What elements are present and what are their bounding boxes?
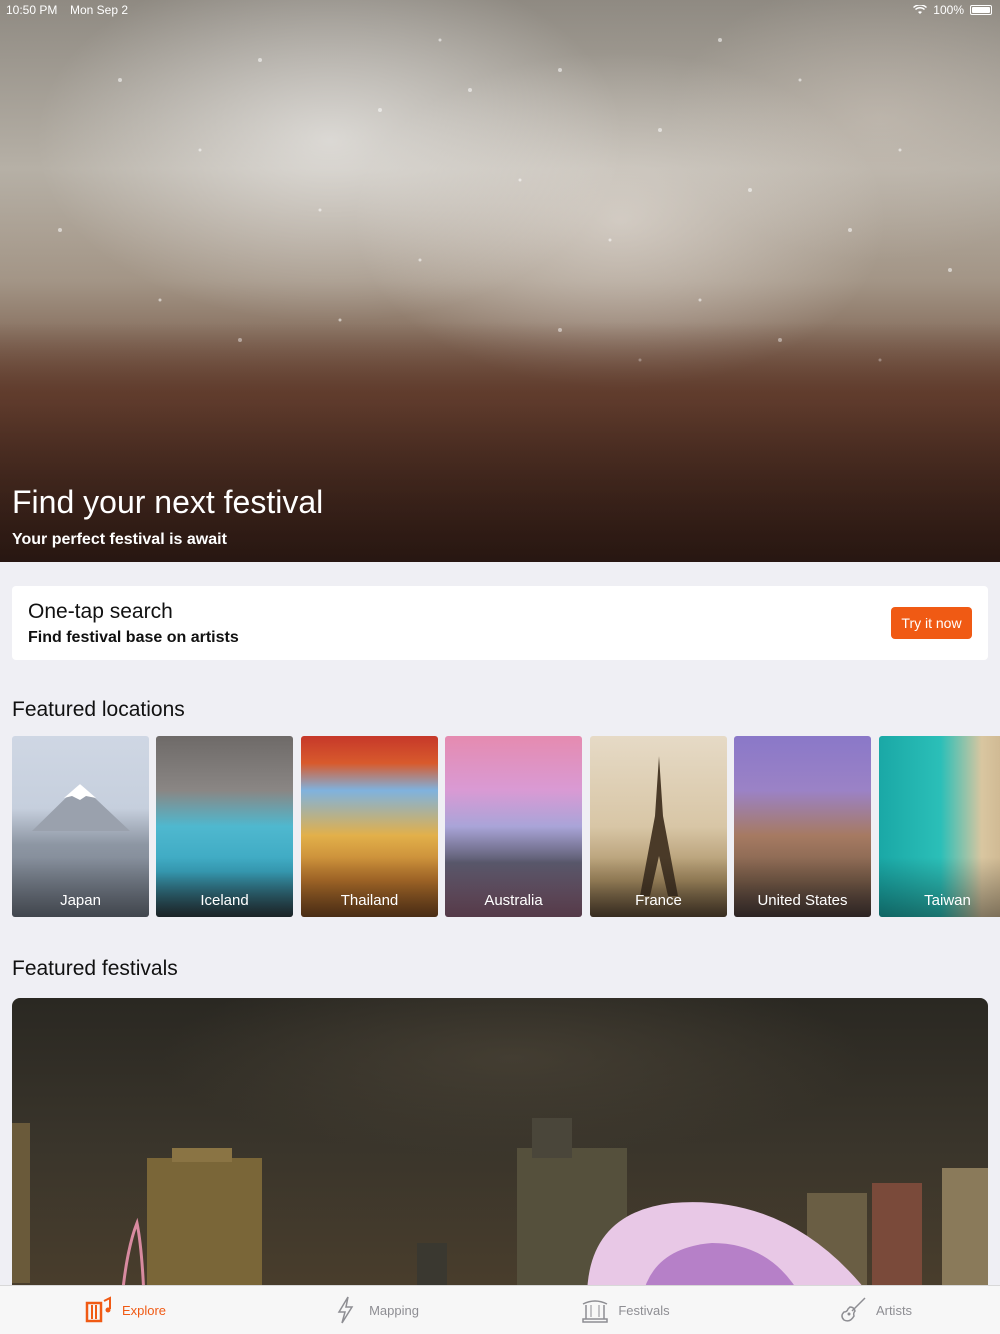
card-title: One-tap search — [28, 600, 173, 623]
festival-skyline-image — [12, 1118, 988, 1298]
tab-label: Artists — [875, 1302, 913, 1318]
location-card-japan[interactable]: Japan — [12, 736, 149, 917]
tab-explore[interactable]: Explore — [0, 1286, 250, 1334]
explore-icon — [85, 1296, 111, 1323]
location-label: Australia — [484, 892, 543, 909]
location-label: Japan — [60, 892, 101, 909]
location-label: Iceland — [200, 892, 249, 909]
tab-bar: Explore Mapping Festivals Artists — [0, 1285, 1000, 1334]
location-label: Thailand — [340, 892, 399, 909]
tab-mapping[interactable]: Mapping — [250, 1286, 500, 1334]
location-card-iceland[interactable]: Iceland — [156, 736, 293, 917]
status-bar: 10:50 PM Mon Sep 2 100% — [0, 0, 1000, 20]
location-card-united-states[interactable]: United States — [734, 736, 871, 917]
location-card-thailand[interactable]: Thailand — [301, 736, 438, 917]
hero-title: Find your next festival — [12, 484, 324, 520]
featured-festivals-title: Featured festivals — [12, 957, 178, 980]
tab-label: Mapping — [369, 1302, 419, 1318]
tab-artists[interactable]: Artists — [750, 1286, 1000, 1334]
stage-icon — [582, 1300, 609, 1323]
location-card-taiwan[interactable]: Taiwan — [879, 736, 1000, 917]
try-it-now-button[interactable]: Try it now — [891, 607, 972, 639]
status-date: Mon Sep 2 — [70, 3, 129, 17]
one-tap-search-card[interactable]: One-tap search Find festival base on art… — [12, 586, 988, 660]
location-label: United States — [757, 892, 848, 909]
wifi-icon — [913, 5, 928, 14]
featured-locations-title: Featured locations — [12, 698, 185, 721]
status-time: 10:50 PM — [6, 3, 58, 17]
location-label: Taiwan — [924, 892, 971, 909]
location-label: France — [635, 892, 682, 909]
battery-percent: 100% — [933, 3, 964, 17]
card-subtitle: Find festival base on artists — [28, 629, 239, 646]
locations-carousel[interactable]: Japan Iceland Thailand Australia France … — [12, 736, 1000, 917]
location-card-france[interactable]: France — [590, 736, 727, 917]
guitar-icon — [841, 1297, 866, 1322]
hero-subtitle: Your perfect festival is await — [12, 531, 227, 548]
hero-banner: Find your next festival Your perfect fes… — [0, 0, 1000, 562]
mountain-icon — [32, 784, 130, 831]
lightning-icon — [337, 1296, 354, 1324]
location-card-australia[interactable]: Australia — [445, 736, 582, 917]
featured-festival-card[interactable] — [12, 998, 988, 1298]
tab-festivals[interactable]: Festivals — [500, 1286, 750, 1334]
battery-icon — [970, 5, 992, 15]
tab-label: Festivals — [618, 1302, 670, 1318]
tab-label: Explore — [121, 1302, 167, 1318]
